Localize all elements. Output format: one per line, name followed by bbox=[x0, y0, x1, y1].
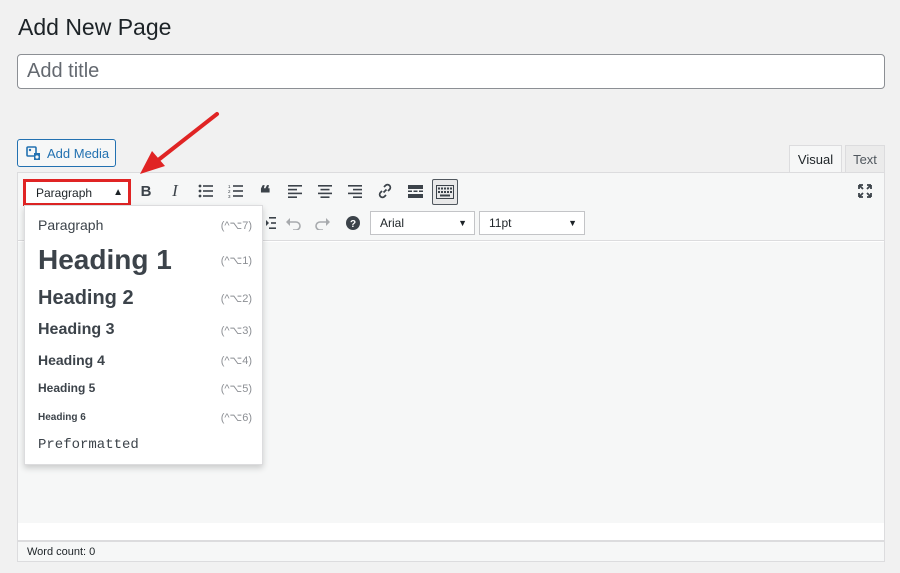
menu-item-shortcut: (^⌥6) bbox=[220, 411, 252, 424]
help-button[interactable]: ? bbox=[340, 210, 366, 236]
menu-item-preformatted[interactable]: Preformatted bbox=[25, 434, 262, 456]
menu-item-heading-1[interactable]: Heading 1 (^⌥1) bbox=[25, 240, 262, 280]
caret-down-icon: ▼ bbox=[458, 218, 467, 228]
undo-button[interactable] bbox=[280, 210, 306, 236]
format-dropdown-menu: Paragraph (^⌥7) Heading 1 (^⌥1) Heading … bbox=[24, 205, 263, 465]
fullscreen-button[interactable] bbox=[852, 178, 878, 204]
bold-button[interactable]: B bbox=[133, 178, 159, 204]
editor-content-footer bbox=[18, 523, 884, 541]
menu-item-paragraph[interactable]: Paragraph (^⌥7) bbox=[25, 214, 262, 236]
numbered-list-icon: 123 bbox=[228, 184, 243, 198]
link-icon bbox=[378, 183, 392, 199]
menu-item-shortcut: (^⌥7) bbox=[220, 219, 252, 232]
menu-item-shortcut: (^⌥5) bbox=[220, 382, 252, 395]
redo-icon bbox=[315, 218, 330, 230]
menu-item-heading-2[interactable]: Heading 2 (^⌥2) bbox=[25, 284, 262, 312]
svg-text:3: 3 bbox=[228, 194, 231, 198]
menu-item-shortcut: (^⌥2) bbox=[220, 292, 252, 305]
indent-icon bbox=[266, 217, 276, 229]
title-input[interactable] bbox=[17, 54, 885, 89]
toolbar-toggle-icon bbox=[436, 185, 454, 199]
italic-button[interactable]: I bbox=[162, 178, 188, 204]
menu-item-heading-5[interactable]: Heading 5 (^⌥5) bbox=[25, 378, 262, 398]
menu-item-label: Heading 1 bbox=[38, 244, 172, 275]
help-icon: ? bbox=[346, 216, 360, 230]
menu-item-label: Heading 2 bbox=[38, 286, 134, 309]
read-more-icon bbox=[407, 184, 423, 198]
menu-item-shortcut: (^⌥4) bbox=[220, 354, 252, 367]
redo-button[interactable] bbox=[310, 210, 336, 236]
align-center-button[interactable] bbox=[312, 178, 338, 204]
page-title: Add New Page bbox=[18, 14, 172, 40]
read-more-button[interactable] bbox=[402, 178, 428, 204]
fullscreen-icon bbox=[858, 184, 872, 198]
undo-icon bbox=[286, 218, 301, 230]
italic-icon: I bbox=[172, 181, 178, 200]
add-media-label: Add Media bbox=[47, 145, 110, 161]
format-select[interactable]: Paragraph ▲ bbox=[23, 179, 131, 206]
menu-item-label: Heading 4 bbox=[38, 352, 105, 368]
format-select-value: Paragraph bbox=[36, 185, 93, 200]
menu-item-label: Heading 6 bbox=[38, 411, 86, 423]
add-media-icon bbox=[26, 145, 42, 161]
word-count: Word count: 0 bbox=[27, 545, 96, 558]
status-bar: Word count: 0 bbox=[18, 541, 884, 561]
svg-text:?: ? bbox=[350, 219, 356, 230]
menu-item-label: Preformatted bbox=[38, 437, 139, 453]
caret-up-icon: ▲ bbox=[113, 187, 123, 198]
align-left-icon bbox=[288, 184, 302, 198]
font-family-select[interactable]: Arial ▼ bbox=[370, 211, 475, 235]
font-size-value: 11pt bbox=[489, 216, 512, 230]
menu-item-shortcut: (^⌥3) bbox=[220, 324, 252, 337]
add-media-button[interactable]: Add Media bbox=[17, 139, 116, 167]
toolbar-toggle-button[interactable] bbox=[432, 179, 458, 205]
align-left-button[interactable] bbox=[282, 178, 308, 204]
font-family-value: Arial bbox=[380, 216, 405, 230]
link-button[interactable] bbox=[372, 178, 398, 204]
align-center-icon bbox=[318, 184, 332, 198]
blockquote-icon: ❝ bbox=[259, 183, 271, 205]
font-size-select[interactable]: 11pt ▼ bbox=[479, 211, 585, 235]
menu-item-heading-4[interactable]: Heading 4 (^⌥4) bbox=[25, 349, 262, 371]
menu-item-heading-6[interactable]: Heading 6 (^⌥6) bbox=[25, 407, 262, 427]
menu-item-label: Heading 3 bbox=[38, 321, 115, 338]
menu-item-shortcut: (^⌥1) bbox=[220, 254, 252, 267]
align-right-button[interactable] bbox=[342, 178, 368, 204]
caret-down-icon: ▼ bbox=[568, 218, 577, 228]
bulleted-list-icon bbox=[198, 184, 213, 198]
tab-text[interactable]: Text bbox=[845, 145, 885, 172]
bold-icon: B bbox=[140, 182, 152, 200]
blockquote-button[interactable]: ❝ bbox=[252, 178, 278, 204]
tab-visual[interactable]: Visual bbox=[789, 145, 842, 173]
menu-item-label: Heading 5 bbox=[38, 381, 96, 395]
align-right-icon bbox=[348, 184, 362, 198]
menu-item-heading-3[interactable]: Heading 3 (^⌥3) bbox=[25, 318, 262, 342]
menu-item-label: Paragraph bbox=[38, 217, 104, 233]
bulleted-list-button[interactable] bbox=[193, 178, 219, 204]
numbered-list-button[interactable]: 123 bbox=[223, 178, 249, 204]
